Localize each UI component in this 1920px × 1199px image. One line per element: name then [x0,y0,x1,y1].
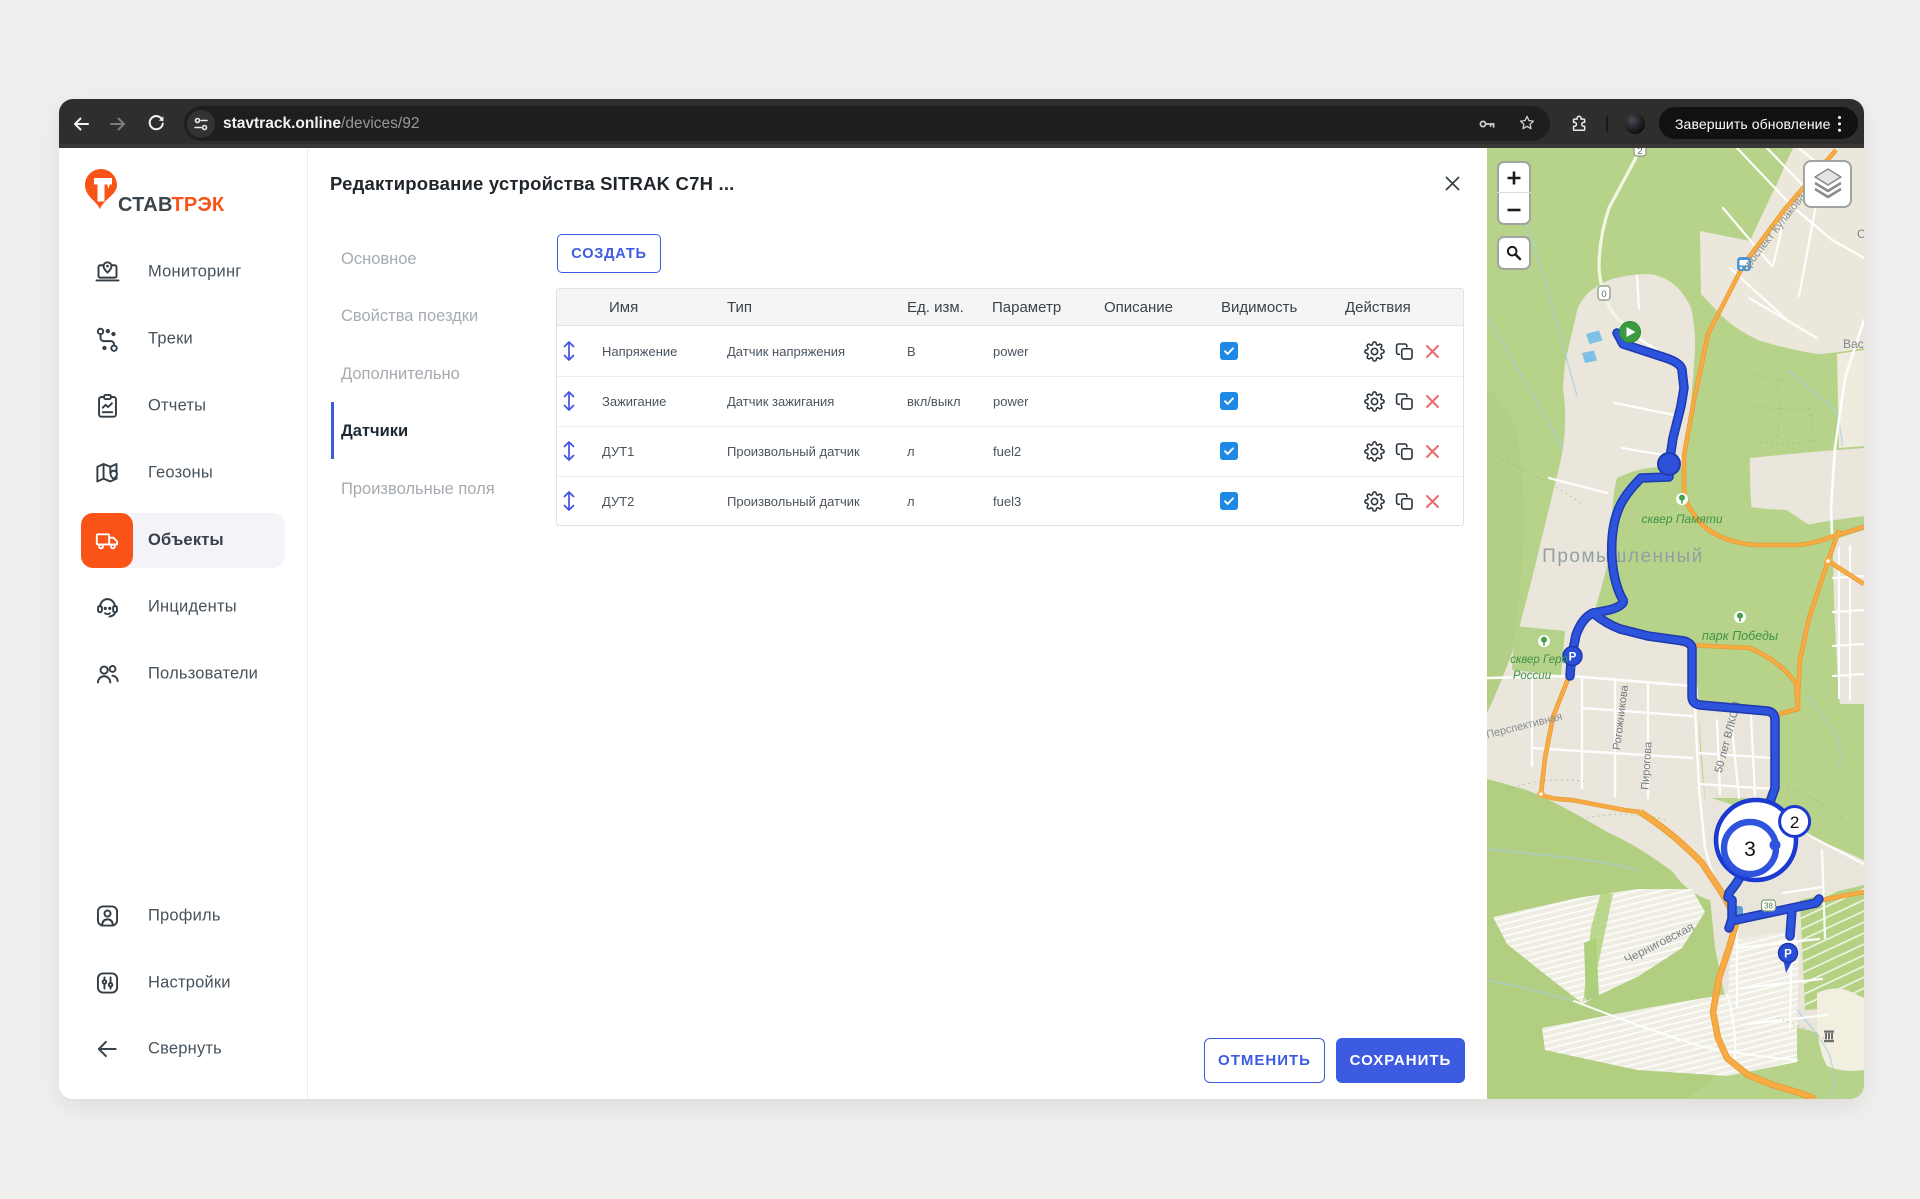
svg-text:Промышленный: Промышленный [1542,546,1704,567]
svg-text:России: России [1513,670,1552,682]
svg-text:Вас: Вас [1843,337,1864,351]
svg-text:P: P [1569,652,1577,664]
svg-text:парк Победы: парк Победы [1702,629,1778,643]
svg-text:сквер Геро: сквер Геро [1510,654,1568,666]
svg-text:2: 2 [1790,813,1799,832]
svg-text:СТАВ: СТАВ [118,194,173,216]
svg-text:2: 2 [1637,148,1642,157]
svg-text:С: С [1857,227,1864,241]
svg-text:P: P [1784,949,1792,961]
svg-text:38: 38 [1764,902,1773,911]
svg-text:сквер Памяти: сквер Памяти [1641,512,1722,526]
svg-text:ТРЭК: ТРЭК [172,194,225,216]
svg-text:3: 3 [1744,838,1756,861]
svg-text:0: 0 [1601,289,1606,300]
